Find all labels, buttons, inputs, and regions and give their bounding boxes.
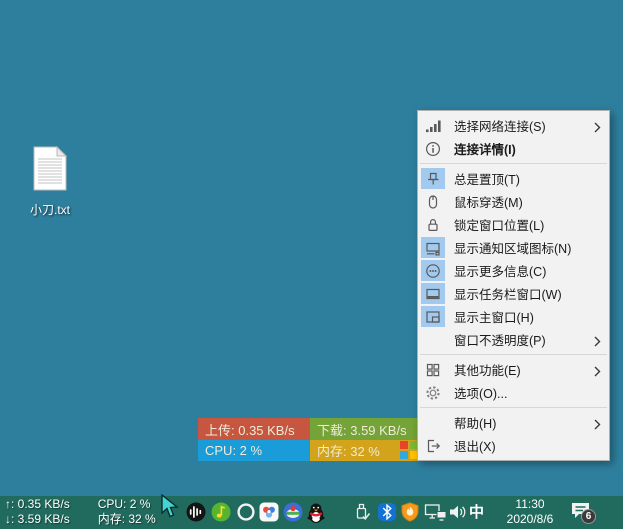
- menu-item-label: 其他功能(E): [454, 360, 521, 379]
- submenu-arrow-icon: [594, 334, 601, 345]
- taskbar-window-icon: [421, 283, 445, 304]
- menu-item-label: 退出(X): [454, 436, 496, 455]
- menu-item-always-on-top[interactable]: 总是置顶(T): [418, 167, 609, 190]
- taskbar-stats[interactable]: ↑: 0.35 KB/s ↓: 3.59 KB/s CPU: 2 % 内存: 3…: [5, 497, 156, 527]
- menu-item-label: 显示更多信息(C): [454, 261, 546, 280]
- widget-cell-upload[interactable]: 上传: 0.35 KB/s: [198, 418, 310, 440]
- menu-item-label: 总是置顶(T): [454, 169, 520, 188]
- menu-item-mouse-through[interactable]: 鼠标穿透(M): [418, 190, 609, 213]
- submenu-arrow-icon: [594, 417, 601, 428]
- widget-upload-value: 上传: 0.35 KB/s: [205, 420, 295, 439]
- grid-icon: [421, 359, 445, 380]
- pin-icon: [421, 168, 445, 189]
- widget-download-value: 下载: 3.59 KB/s: [317, 420, 407, 439]
- memory-usage: 内存: 32 %: [98, 512, 156, 526]
- context-menu: 选择网络连接(S) 连接详情(I) 总是置顶(T) 鼠标穿透(M) 锁定窗口位置(L) 显…: [417, 110, 610, 461]
- widget-memory-value: 内存: 32 %: [317, 441, 380, 460]
- taskbar: ↑: 0.35 KB/s ↓: 3.59 KB/s CPU: 2 % 内存: 3…: [0, 496, 623, 529]
- menu-item-label: 鼠标穿透(M): [454, 192, 523, 211]
- menu-item-select-network[interactable]: 选择网络连接(S): [418, 114, 609, 137]
- desktop-file-label: 小刀.txt: [18, 201, 82, 218]
- mouse-cursor: [158, 494, 182, 520]
- notification-center-button[interactable]: 6: [570, 501, 598, 525]
- menu-item-lock-position[interactable]: 锁定窗口位置(L): [418, 213, 609, 236]
- menu-item-options[interactable]: 选项(O)...: [418, 381, 609, 404]
- menu-item-show-tray-icon[interactable]: 显示通知区域图标(N): [418, 236, 609, 259]
- mouse-icon: [421, 191, 445, 212]
- menu-item-label: 选项(O)...: [454, 383, 507, 402]
- widget-cell-cpu[interactable]: CPU: 2 %: [198, 440, 310, 461]
- menu-item-show-main-win[interactable]: 显示主窗口(H): [418, 305, 609, 328]
- widget-cpu-value: CPU: 2 %: [205, 443, 262, 458]
- game-icon[interactable]: [283, 502, 303, 522]
- menu-item-window-opacity[interactable]: 窗口不透明度(P): [418, 328, 609, 351]
- menu-item-connection-details[interactable]: 连接详情(I): [418, 137, 609, 160]
- signal-bars-icon: [421, 115, 445, 136]
- clock-date: 2020/8/6: [507, 512, 554, 526]
- upload-speed: ↑: 0.35 KB/s: [5, 497, 70, 511]
- input-method-indicator[interactable]: 中: [469, 496, 484, 529]
- menu-item-label: 帮助(H): [454, 413, 496, 432]
- menu-separator: [420, 163, 607, 164]
- menu-item-show-taskbar-win[interactable]: 显示任务栏窗口(W): [418, 282, 609, 305]
- menu-item-label: 窗口不透明度(P): [454, 330, 546, 349]
- widget-cell-memory[interactable]: 内存: 32 %: [310, 440, 422, 461]
- monitor-tray-icon: [421, 237, 445, 258]
- menu-separator: [420, 407, 607, 408]
- no-icon: [421, 412, 445, 433]
- ellipsis-icon: [421, 260, 445, 281]
- music-note-icon[interactable]: [211, 502, 231, 522]
- shield-icon[interactable]: [400, 502, 420, 522]
- windows-logo-icon: [400, 441, 418, 459]
- menu-item-label: 显示任务栏窗口(W): [454, 284, 562, 303]
- menu-item-label: 锁定窗口位置(L): [454, 215, 544, 234]
- text-file-icon: [18, 146, 82, 197]
- gear-icon: [421, 382, 445, 403]
- menu-item-label: 显示主窗口(H): [454, 307, 534, 326]
- bluetooth-icon[interactable]: [377, 502, 397, 522]
- menu-item-label: 选择网络连接(S): [454, 116, 546, 135]
- info-icon: [421, 138, 445, 159]
- menu-item-other-functions[interactable]: 其他功能(E): [418, 358, 609, 381]
- exit-icon: [421, 435, 445, 456]
- menu-item-label: 连接详情(I): [454, 139, 516, 158]
- lock-icon: [421, 214, 445, 235]
- no-icon: [421, 329, 445, 350]
- menu-item-exit[interactable]: 退出(X): [418, 434, 609, 457]
- widget-cell-download[interactable]: 下载: 3.59 KB/s: [310, 418, 422, 440]
- menu-separator: [420, 354, 607, 355]
- traffic-widget[interactable]: 上传: 0.35 KB/s 下载: 3.59 KB/s CPU: 2 % 内存: 32…: [198, 418, 422, 461]
- meeting-icon[interactable]: [259, 502, 279, 522]
- clock[interactable]: 11:30 2020/8/6: [492, 497, 568, 527]
- network-icon[interactable]: [424, 502, 448, 522]
- submenu-arrow-icon: [594, 364, 601, 375]
- qq-icon[interactable]: [306, 502, 326, 522]
- ring-icon[interactable]: [236, 502, 256, 522]
- volume-icon[interactable]: [448, 502, 468, 522]
- menu-item-label: 显示通知区域图标(N): [454, 238, 571, 257]
- desktop: 小刀.txt 上传: 0.35 KB/s 下载: 3.59 KB/s CPU: 2 …: [0, 0, 623, 529]
- notification-count-badge: 6: [581, 509, 596, 524]
- taskbar-sys-stats: CPU: 2 % 内存: 32 %: [98, 497, 156, 527]
- main-window-icon: [421, 306, 445, 327]
- clock-time: 11:30: [515, 497, 544, 511]
- usb-icon[interactable]: [352, 502, 372, 522]
- taskbar-net-stats: ↑: 0.35 KB/s ↓: 3.59 KB/s: [5, 497, 70, 527]
- submenu-arrow-icon: [594, 120, 601, 131]
- download-speed: ↓: 3.59 KB/s: [5, 512, 70, 526]
- menu-item-help[interactable]: 帮助(H): [418, 411, 609, 434]
- audio-wave-icon[interactable]: [186, 502, 206, 522]
- desktop-file[interactable]: 小刀.txt: [18, 146, 82, 218]
- cpu-usage: CPU: 2 %: [98, 497, 151, 511]
- menu-item-show-more-info[interactable]: 显示更多信息(C): [418, 259, 609, 282]
